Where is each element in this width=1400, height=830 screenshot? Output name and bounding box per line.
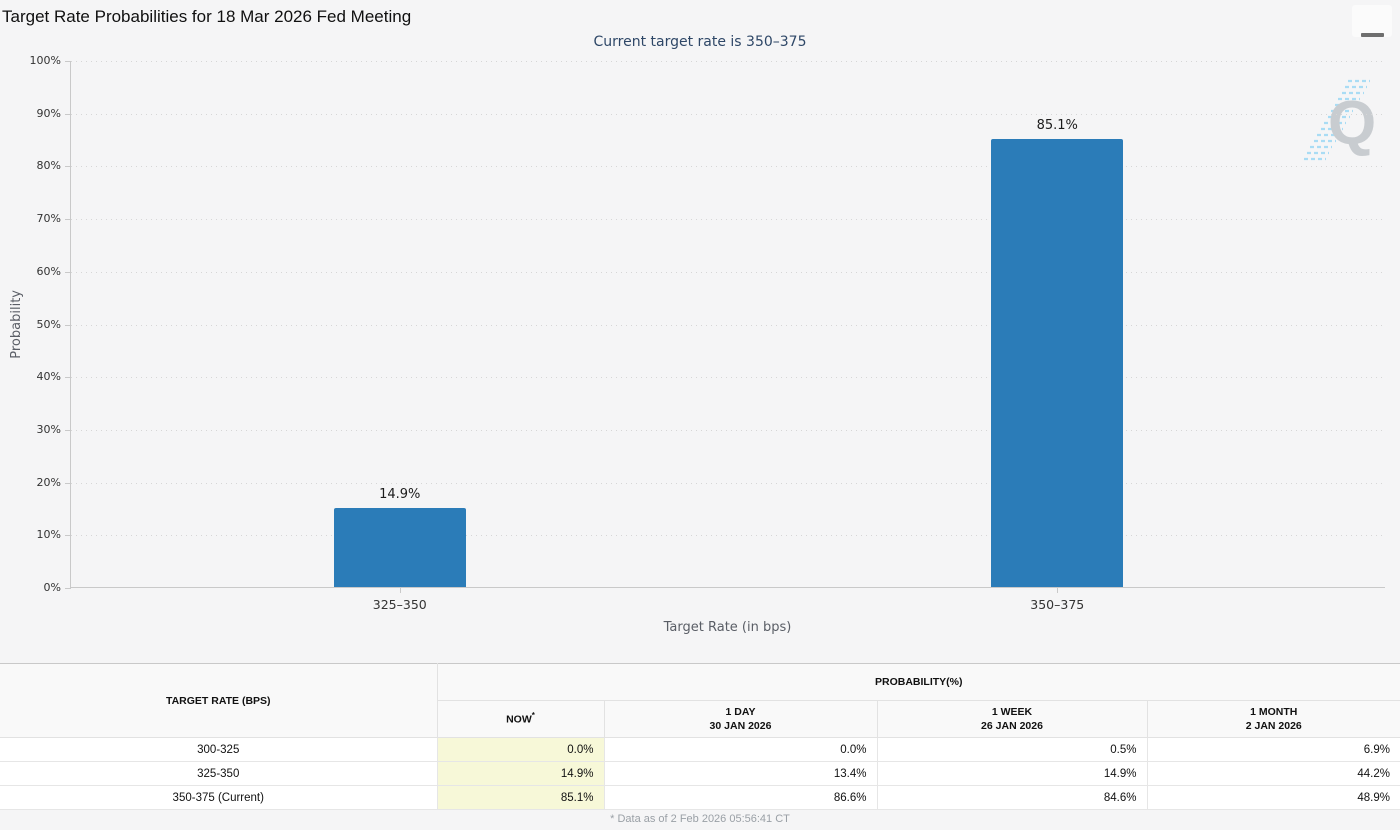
rates-table: TARGET RATE (BPS) PROBABILITY(%) NOW* 1 DAY…	[0, 663, 1400, 810]
column-header-now: NOW*	[437, 700, 605, 738]
table-row-325-350: 325-350 14.9% 13.4% 14.9% 44.2%	[0, 761, 1400, 786]
gridline-60	[71, 271, 1386, 273]
y-tick-mark-90	[65, 113, 71, 115]
bar-350–375[interactable]	[991, 138, 1124, 587]
cell-1-1-month: 44.2%	[1146, 761, 1400, 786]
y-tick-label-10: 10%	[36, 528, 61, 542]
table-row-350-375-current-: 350-375 (Current) 85.1% 86.6% 84.6% 48.9%	[0, 785, 1400, 810]
y-tick-mark-100	[65, 61, 71, 62]
gridline-10	[71, 535, 1386, 537]
cell-0-1-month: 6.9%	[1146, 737, 1400, 762]
cell-target-rate-2: 350-375 (Current)	[0, 785, 438, 810]
y-tick-label-50: 50%	[36, 317, 61, 331]
table-header-target-rate: TARGET RATE (BPS)	[0, 663, 438, 738]
cell-target-rate-1: 325-350	[0, 761, 438, 786]
cell-1-now: 14.9%	[436, 761, 605, 786]
cell-target-rate-0: 300-325	[0, 737, 438, 762]
y-tick-mark-40	[65, 377, 71, 379]
y-tick-mark-70	[65, 219, 71, 221]
cell-2-1-day: 86.6%	[603, 785, 878, 810]
y-tick-label-20: 20%	[36, 475, 61, 489]
rates-table-body: 300-325 0.0% 0.0% 0.5% 6.9% 325-350 14.9% 13.4%…	[0, 737, 1400, 810]
x-tick-label-0: 325–350	[372, 597, 427, 612]
y-tick-label-30: 30%	[36, 422, 61, 436]
chart-subtitle: Current target rate is 350–375	[593, 34, 807, 50]
table-header-probability: PROBABILITY(%)	[436, 663, 1400, 701]
y-tick-label-100: 100%	[29, 54, 61, 67]
x-tick-mark-0	[399, 588, 401, 593]
footer-note: * Data as of 2 Feb 2026 05:56:41 CT	[610, 813, 790, 825]
bar-value-label-0: 14.9%	[379, 487, 421, 503]
gridline-90	[71, 113, 1386, 115]
y-tick-mark-60	[65, 271, 71, 273]
y-tick-mark-10	[65, 535, 71, 537]
gridline-80	[71, 166, 1386, 168]
gridline-20	[71, 482, 1386, 484]
x-tick-label-1: 350–375	[1030, 597, 1085, 612]
y-tick-mark-80	[65, 166, 71, 168]
y-tick-label-90: 90%	[36, 106, 61, 120]
cell-2-now: 85.1%	[436, 785, 605, 810]
y-tick-label-70: 70%	[36, 212, 61, 226]
bar-325–350[interactable]	[333, 508, 466, 587]
x-tick-mark-1	[1057, 588, 1059, 593]
y-tick-mark-20	[65, 482, 71, 484]
bar-value-label-1: 85.1%	[1036, 117, 1078, 133]
cell-0-now: 0.0%	[436, 737, 605, 762]
column-header-1-day: 1 DAY 30 JAN 2026	[603, 700, 878, 738]
y-tick-label-40: 40%	[36, 370, 61, 384]
page-title: Target Rate Probabilities for 18 Mar 202…	[2, 7, 412, 26]
cell-2-1-month: 48.9%	[1146, 785, 1400, 810]
x-axis-title: Target Rate (in bps)	[663, 620, 792, 635]
cell-1-1-day: 13.4%	[603, 761, 878, 786]
cell-1-1-week: 14.9%	[876, 761, 1148, 786]
y-tick-mark-50	[65, 324, 71, 326]
rates-table-head: TARGET RATE (BPS) PROBABILITY(%) NOW* 1 DAY…	[0, 663, 1400, 738]
gridline-100	[71, 61, 1386, 62]
gridline-50	[71, 324, 1386, 326]
column-header-1-month: 1 MONTH 2 JAN 2026	[1146, 700, 1400, 738]
gridline-30	[71, 429, 1386, 431]
column-header-1-week: 1 WEEK 26 JAN 2026	[876, 700, 1148, 738]
y-tick-label-0: 0%	[43, 581, 61, 594]
cell-2-1-week: 84.6%	[876, 785, 1148, 810]
y-tick-label-60: 60%	[36, 264, 61, 278]
y-tick-label-80: 80%	[36, 159, 61, 173]
table-row-300-325: 300-325 0.0% 0.0% 0.5% 6.9%	[0, 737, 1400, 762]
gridline-40	[71, 377, 1386, 379]
cell-0-1-week: 0.5%	[876, 737, 1148, 762]
y-tick-mark-30	[65, 429, 71, 431]
fedwatch-page: Target Rate Probabilities for 18 Mar 202…	[0, 0, 1400, 830]
y-tick-mark-0	[65, 588, 71, 589]
menu-button[interactable]	[1352, 5, 1392, 37]
gridline-70	[71, 219, 1386, 221]
plot-area: 0% 10% 20% 30% 40% 50% 60% 70% 80% 90% 100% 14.9% 32…	[30, 54, 1386, 612]
cell-0-1-day: 0.0%	[603, 737, 878, 762]
